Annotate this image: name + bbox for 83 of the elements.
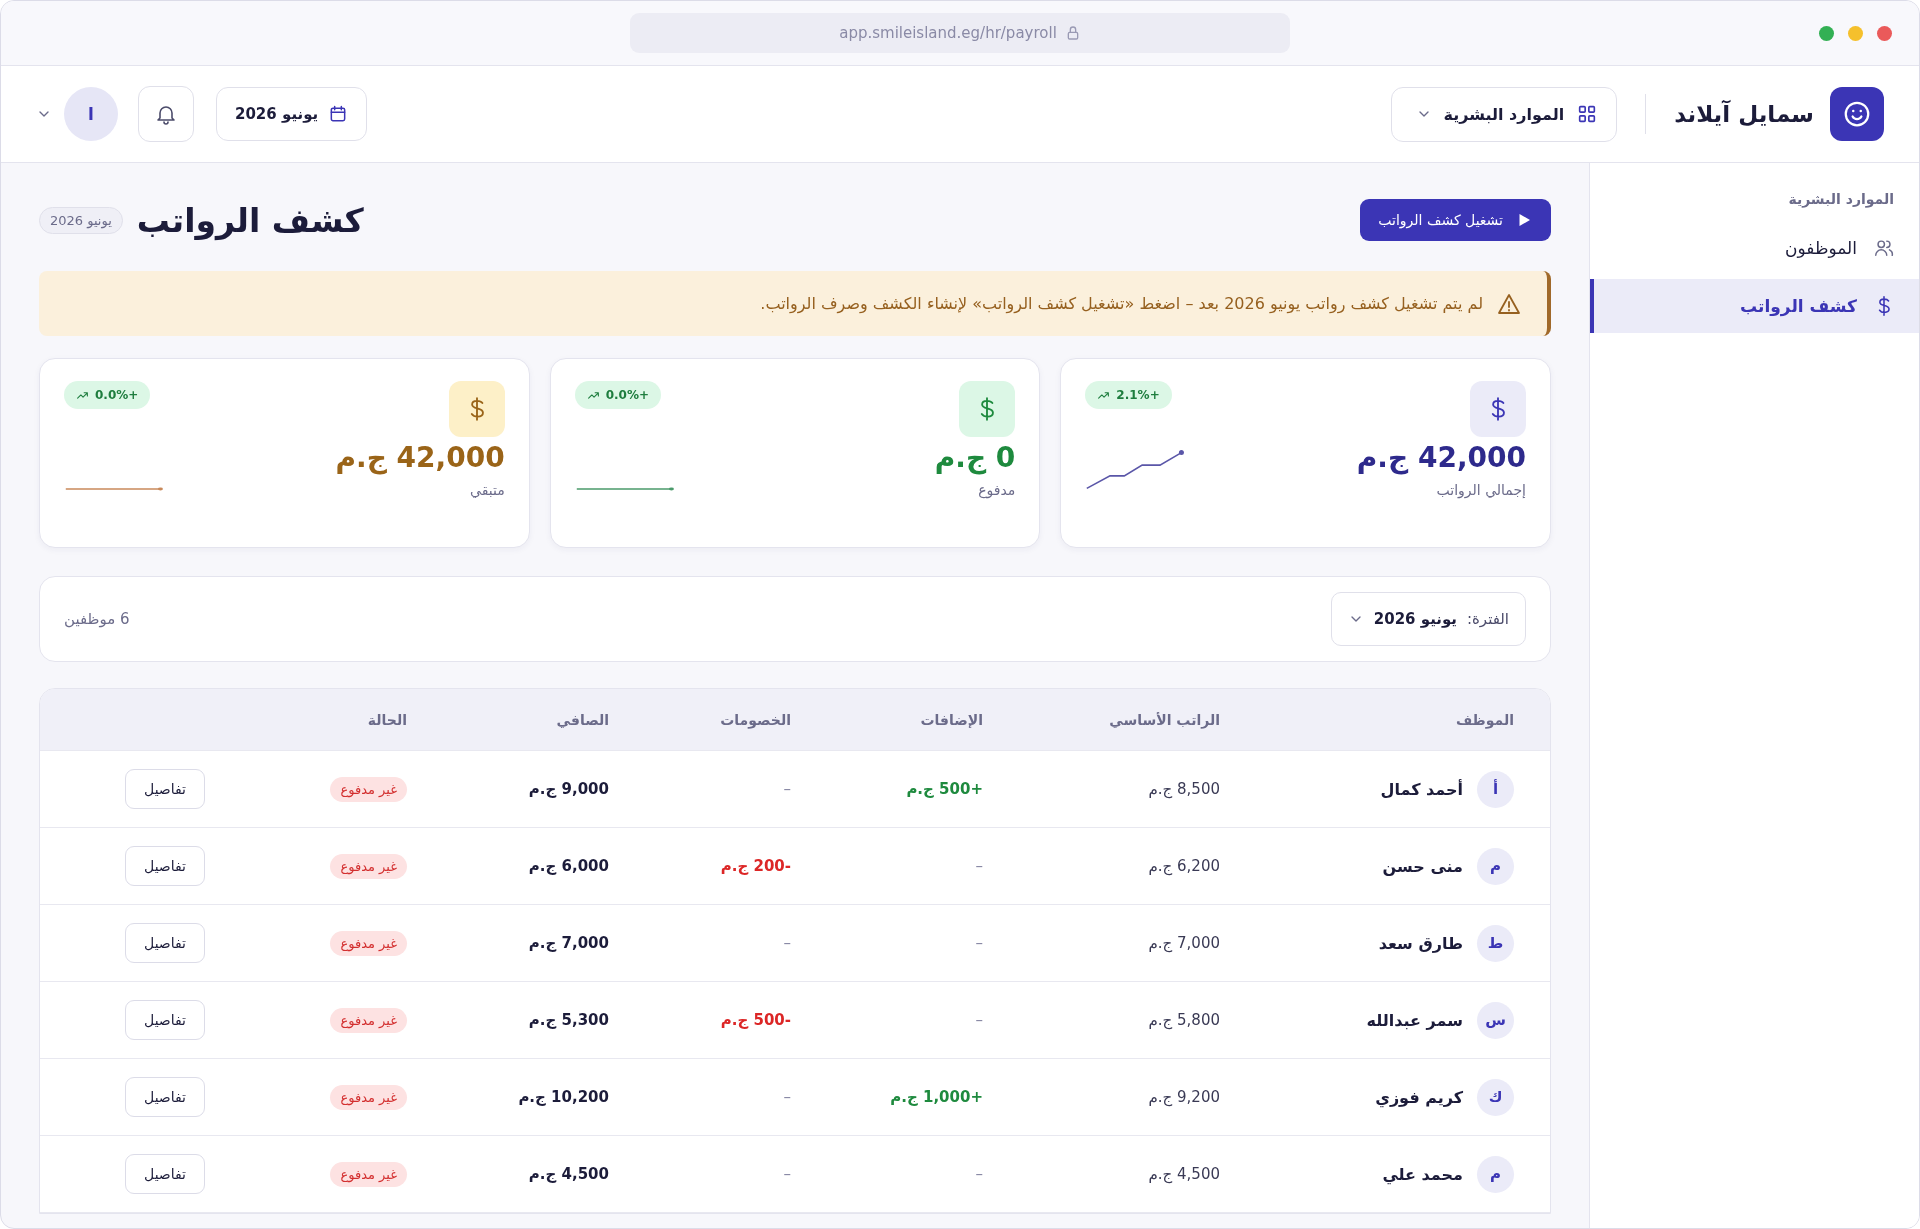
notifications-button[interactable] (138, 86, 194, 142)
window-control-dot[interactable] (1848, 25, 1863, 41)
column-header: الراتب الأساسي (1108, 711, 1221, 728)
table-cell: – (783, 934, 791, 952)
table-cell: – (975, 934, 983, 952)
table-cell: – (783, 1165, 791, 1183)
table-cell: 4,500 ج.م (1148, 1165, 1220, 1183)
stat-label: مدفوع (977, 482, 1016, 498)
employee-avatar: س (1477, 1001, 1514, 1039)
employee-name: طارق سعد (1378, 933, 1463, 953)
table-cell: -200 ج.م (720, 857, 791, 875)
table-cell: – (783, 1088, 791, 1106)
table-cell: 9,000 ج.م (528, 780, 609, 798)
period-button[interactable]: يونيو 2026 (216, 87, 368, 141)
run-payroll-button[interactable]: تشغيل كشف الرواتب (1360, 199, 1551, 241)
trend-badge: +2.1% (1085, 381, 1172, 409)
employee-name: أحمد كمال (1380, 779, 1463, 799)
table-cell: +1,000 ج.م (890, 1088, 983, 1106)
period-badge: يونيو 2026 (39, 206, 123, 234)
details-button[interactable]: تفاصيل (125, 923, 205, 963)
window-control-dot[interactable] (1819, 25, 1834, 41)
table-cell: 4,500 ج.م (528, 1165, 609, 1183)
window-control-dot[interactable] (1877, 25, 1892, 41)
module-dropdown[interactable]: الموارد البشرية (1390, 86, 1618, 142)
employee-avatar: أ (1477, 770, 1514, 808)
employee-count: 6 موظفين (64, 610, 130, 628)
table-cell: 5,300 ج.م (528, 1011, 609, 1029)
alert-text: لم يتم تشغيل كشف رواتب يونيو 2026 بعد – اضغط «تشغيل كشف الرواتب» لإنشاء الكشف وصرف الرواتب. (760, 294, 1483, 313)
sidebar-section-title: الموارد البشرية (1787, 191, 1895, 210)
details-button[interactable]: تفاصيل (125, 769, 205, 809)
employee-avatar: ك (1477, 1078, 1514, 1116)
column-header: الخصومات (719, 711, 792, 728)
employee-avatar: م (1477, 847, 1514, 885)
table-cell: 7,000 ج.م (1148, 934, 1220, 952)
table-cell: 6,000 ج.م (528, 857, 609, 875)
status-badge: غير مدفوع (330, 1007, 407, 1033)
table-cell: 6,200 ج.م (1148, 857, 1220, 875)
page-title: كشف الرواتب (136, 200, 364, 240)
column-header: الإضافات (919, 711, 984, 728)
table-cell: 5,800 ج.م (1148, 1011, 1220, 1029)
table-cell: 7,000 ج.م (528, 934, 609, 952)
stat-value: 0 ج.م (934, 441, 1016, 474)
status-badge: غير مدفوع (330, 853, 407, 879)
table-cell: -500 ج.م (720, 1011, 791, 1029)
status-badge: غير مدفوع (330, 1084, 407, 1110)
users-icon (1873, 237, 1895, 259)
details-button[interactable]: تفاصيل (125, 1077, 205, 1117)
brand-name: سمايل آيلاند (1674, 101, 1814, 127)
status-badge: غير مدفوع (330, 1161, 407, 1187)
period-dropdown[interactable]: الفترة: يونيو 2026 (1330, 592, 1526, 646)
table-cell: 10,200 ج.م (518, 1088, 609, 1106)
employee-avatar: م (1477, 1155, 1514, 1193)
status-badge: غير مدفوع (330, 776, 407, 802)
warning-icon (1497, 291, 1521, 316)
details-button[interactable]: تفاصيل (125, 1154, 205, 1194)
employee-name: محمد علي (1382, 1164, 1463, 1184)
trend-badge: +0.0% (574, 381, 661, 409)
employee-name: كريم فوزي (1375, 1087, 1463, 1107)
table-cell: 8,500 ج.م (1148, 780, 1220, 798)
table-cell: – (975, 857, 983, 875)
table-cell: +500 ج.م (906, 780, 983, 798)
stat-label: إجمالي الرواتب (1435, 482, 1526, 498)
employee-avatar: ط (1477, 924, 1514, 962)
details-button[interactable]: تفاصيل (125, 1000, 205, 1040)
table-cell: – (783, 780, 791, 798)
sidebar-item[interactable]: كشف الرواتب (1590, 279, 1919, 333)
table-cell: – (975, 1011, 983, 1029)
column-header: الصافي (555, 711, 610, 728)
trend-badge: +0.0% (64, 381, 151, 409)
table-cell: – (975, 1165, 983, 1183)
employee-name: سمر عبدالله (1366, 1010, 1463, 1030)
table-cell: 9,200 ج.م (1148, 1088, 1220, 1106)
details-button[interactable]: تفاصيل (125, 846, 205, 886)
status-badge: غير مدفوع (330, 930, 407, 956)
employee-name: منى حسن (1382, 856, 1463, 876)
column-header: الموظف (1454, 711, 1515, 728)
smile-icon (1842, 99, 1872, 129)
user-avatar[interactable]: ا (64, 87, 118, 141)
sidebar-item[interactable]: الموظفون (1590, 221, 1919, 275)
column-header: الحالة (366, 711, 408, 728)
stat-value: 42,000 ج.م (335, 441, 505, 474)
stat-label: متبقي (468, 482, 505, 498)
stat-value: 42,000 ج.م (1356, 441, 1526, 474)
